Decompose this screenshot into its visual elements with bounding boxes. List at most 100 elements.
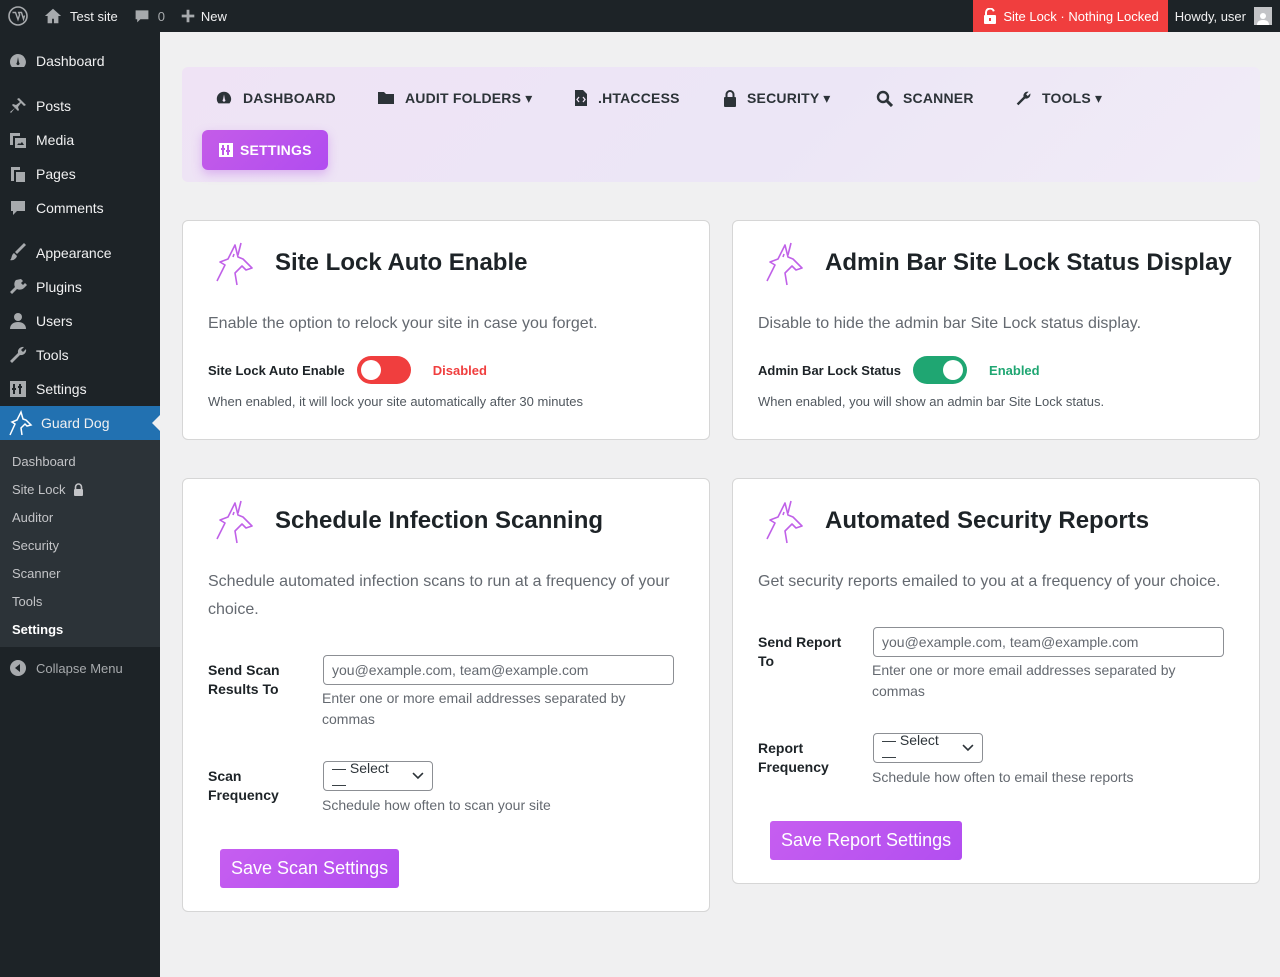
send-report-label: Send Report To <box>758 633 841 671</box>
sidebar-item-plugins[interactable]: Plugins <box>0 270 160 304</box>
card-header: Admin Bar Site Lock Status Display <box>761 237 1232 289</box>
submenu-item-dashboard[interactable]: Dashboard <box>0 447 160 475</box>
tab-htaccess[interactable]: .HTACCESS <box>574 78 680 118</box>
submenu-item-site-lock[interactable]: Site Lock <box>0 475 160 503</box>
settings-sliders-icon <box>219 143 233 157</box>
card-title: Automated Security Reports <box>825 507 1150 534</box>
admin-bar: Test site 0 New Site Lock · Nothing Lock… <box>0 0 1280 32</box>
wordpress-logo-icon[interactable] <box>0 0 36 32</box>
save-report-settings-button[interactable]: Save Report Settings <box>770 821 963 860</box>
sidebar-item-tools[interactable]: Tools <box>0 338 160 372</box>
card-description: Enable the option to relock your site in… <box>208 315 598 332</box>
sidebar-item-posts[interactable]: Posts <box>0 89 160 123</box>
collapse-arrow-icon <box>10 660 26 676</box>
submenu-label: Site Lock <box>12 481 66 497</box>
sidebar-item-media[interactable]: Media <box>0 123 160 157</box>
submenu-item-security[interactable]: Security <box>0 531 160 559</box>
sidebar-item-dashboard[interactable]: Dashboard <box>0 44 160 78</box>
brush-icon <box>8 243 28 263</box>
save-scan-settings-button[interactable]: Save Scan Settings <box>220 849 400 888</box>
report-frequency-select[interactable]: — Select — <box>873 732 983 764</box>
new-label: New <box>200 8 227 24</box>
card-schedule-scanning: Schedule Infection Scanning Schedule aut… <box>182 478 710 912</box>
submenu-item-auditor[interactable]: Auditor <box>0 503 160 531</box>
submenu-label: Security <box>12 537 59 553</box>
auto-enable-toggle-row: Site Lock Auto Enable Disabled <box>208 356 487 384</box>
sidebar-item-label: Pages <box>36 166 76 182</box>
chevron-down-icon <box>412 772 424 780</box>
card-header: Automated Security Reports <box>761 495 1149 547</box>
sidebar-item-label: Appearance <box>36 245 112 261</box>
sidebar-item-pages[interactable]: Pages <box>0 157 160 191</box>
tab-label: .HTACCESS <box>598 90 680 106</box>
report-frequency-label: Report Frequency <box>758 739 829 777</box>
pin-icon <box>8 96 28 116</box>
tab-scanner[interactable]: SCANNER <box>876 78 974 118</box>
send-scan-results-label: Send Scan Results To <box>208 661 280 699</box>
submenu-item-tools[interactable]: Tools <box>0 587 160 615</box>
admin-bar-toggle-row: Admin Bar Lock Status Enabled <box>758 356 1040 384</box>
my-account[interactable]: Howdy, user <box>1168 0 1280 32</box>
scan-frequency-hint: Schedule how often to scan your site <box>322 797 551 813</box>
comments-link[interactable]: 0 <box>126 0 173 32</box>
toggle-knob <box>943 360 964 380</box>
tab-tools[interactable]: TOOLS ▾ <box>1015 78 1102 118</box>
description-line: choice. <box>208 601 259 618</box>
sidebar-item-label: Users <box>36 313 73 329</box>
tab-settings[interactable]: SETTINGS <box>202 130 328 170</box>
new-content-link[interactable]: New <box>173 0 235 32</box>
label-line: Frequency <box>208 787 279 803</box>
sidebar-item-appearance[interactable]: Appearance <box>0 236 160 270</box>
unlock-icon <box>984 8 997 24</box>
guard-dog-icon <box>6 409 34 437</box>
plugin-icon <box>8 277 28 297</box>
description-line: Schedule automated infection scans to ru… <box>208 573 670 590</box>
site-name-link[interactable]: Test site <box>36 0 126 32</box>
card-description: Get security reports emailed to you at a… <box>758 573 1221 590</box>
site-lock-status-text: Site Lock · Nothing Locked <box>1003 8 1159 24</box>
site-lock-status[interactable]: Site Lock · Nothing Locked <box>973 0 1168 32</box>
sidebar-item-settings[interactable]: Settings <box>0 372 160 406</box>
tab-audit-folders[interactable]: AUDIT FOLDERS ▾ <box>377 78 532 118</box>
report-email-input[interactable] <box>873 627 1224 657</box>
scan-email-input[interactable] <box>323 655 674 685</box>
folder-icon <box>378 92 394 104</box>
search-icon <box>876 90 893 107</box>
plus-icon <box>181 9 195 23</box>
comment-icon <box>8 198 28 218</box>
submenu-item-scanner[interactable]: Scanner <box>0 559 160 587</box>
sidebar-item-comments[interactable]: Comments <box>0 191 160 225</box>
sidebar-item-label: Settings <box>36 381 87 397</box>
admin-bar-toggle[interactable] <box>913 356 968 384</box>
label-line: To <box>758 653 775 669</box>
sidebar-item-label: Guard Dog <box>41 415 110 431</box>
label-line: Send Report <box>758 634 842 650</box>
wrench-icon <box>8 345 28 365</box>
submenu-item-settings[interactable]: Settings <box>0 615 160 643</box>
toggle-hint: When enabled, you will show an admin bar… <box>758 394 1105 409</box>
auto-enable-toggle[interactable] <box>356 356 411 384</box>
wrench-icon <box>1016 91 1031 105</box>
card-admin-bar-status: Admin Bar Site Lock Status Display Disab… <box>732 220 1260 440</box>
report-email-hint: Enter one or more email addresses separa… <box>872 660 1176 702</box>
sidebar-item-guard-dog[interactable]: Guard Dog <box>0 406 160 440</box>
tab-dashboard[interactable]: DASHBOARD <box>215 78 336 118</box>
admin-sidebar: Dashboard Posts Media Pages Comments App… <box>0 32 160 977</box>
sidebar-item-users[interactable]: Users <box>0 304 160 338</box>
site-name: Test site <box>70 8 118 24</box>
scan-frequency-select[interactable]: — Select — <box>323 760 433 792</box>
tab-label: AUDIT FOLDERS ▾ <box>405 89 533 106</box>
submenu-label: Auditor <box>12 509 54 525</box>
tab-label: DASHBOARD <box>243 90 336 106</box>
label-line: Send Scan <box>208 662 280 678</box>
hint-line: Enter one or more email addresses separa… <box>322 690 626 706</box>
pages-icon <box>8 164 28 184</box>
code-file-icon <box>575 90 587 106</box>
avatar <box>1254 7 1272 25</box>
collapse-menu-button[interactable]: Collapse Menu <box>0 651 160 685</box>
tab-security[interactable]: SECURITY ▾ <box>723 78 830 118</box>
label-line: Results To <box>208 681 279 697</box>
submenu-label: Scanner <box>12 565 61 581</box>
guard-dog-logo-icon <box>216 500 253 544</box>
guard-dog-logo-icon <box>766 242 803 286</box>
